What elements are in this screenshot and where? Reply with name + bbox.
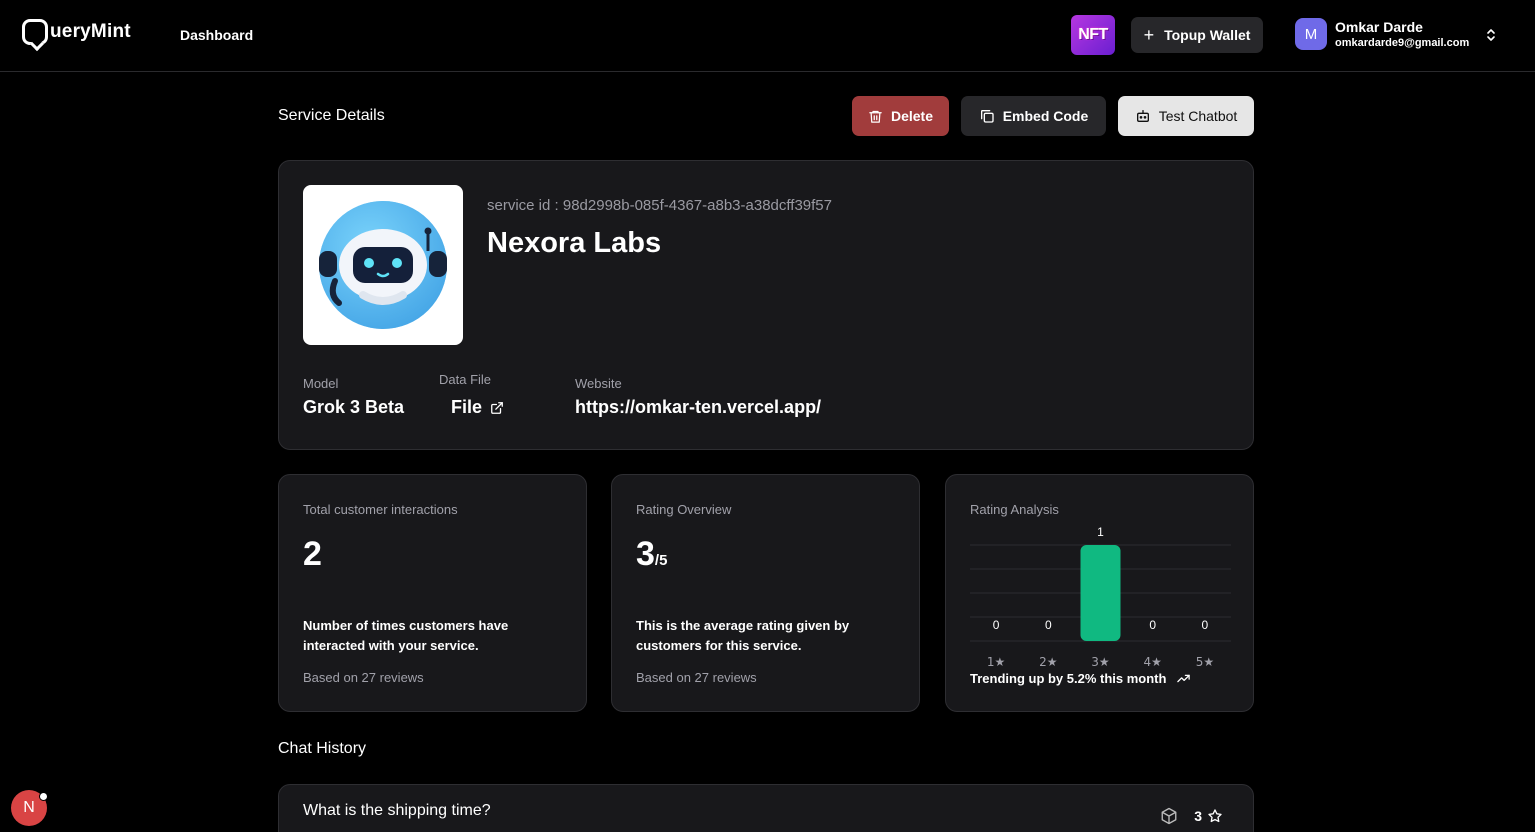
rating-value: 3/5	[636, 535, 667, 574]
trend-label: Trending up by 5.2% this month	[970, 671, 1167, 686]
rating-overview-card: Rating Overview 3/5 This is the average …	[611, 474, 920, 712]
rating-suffix: /5	[654, 552, 668, 569]
rating-description: This is the average rating given by cust…	[636, 618, 850, 653]
website-label: Website	[575, 376, 622, 391]
notification-dot	[39, 792, 48, 801]
chat-rating: 3	[1194, 808, 1202, 824]
top-navbar: ueryMint Dashboard NFT + Topup Wallet M …	[0, 0, 1535, 72]
service-card: service id : 98d2998b-085f-4367-a8b3-a38…	[278, 160, 1254, 450]
test-chatbot-label: Test Chatbot	[1158, 108, 1238, 124]
chat-meta: 3	[1160, 807, 1223, 825]
trash-icon	[868, 109, 883, 124]
chat-history-title: Chat History	[278, 740, 367, 757]
plus-icon: +	[1143, 24, 1155, 45]
rating-analysis-card: Rating Analysis 0 1★ 0 2★ 1 3★ 0 4★ 0 5★ Trending…	[945, 474, 1254, 712]
embed-code-label: Embed Code	[1002, 108, 1089, 124]
user-name: Omkar Darde	[1335, 18, 1423, 35]
trending-up-icon	[1176, 671, 1191, 686]
user-email: omkardarde9@gmail.com	[1335, 36, 1470, 49]
chart-tick-label: 4★	[1143, 655, 1161, 669]
querymint-logo-icon	[22, 19, 48, 45]
chart-data-label: 1	[1097, 525, 1104, 539]
rating-number: 3	[636, 535, 655, 573]
star-icon	[1207, 808, 1223, 824]
delete-button[interactable]: Delete	[852, 96, 949, 136]
user-menu[interactable]: M Omkar Darde omkardarde9@gmail.com	[1295, 18, 1469, 50]
service-name: Nexora Labs	[487, 227, 662, 259]
interactions-description: Number of times customers have interacte…	[303, 618, 509, 653]
chevron-up-down-icon[interactable]	[1486, 27, 1496, 44]
data-file-field: Data File File	[439, 372, 504, 418]
brand-name: ueryMint	[50, 21, 131, 42]
bot-icon	[1135, 108, 1151, 124]
delete-label: Delete	[890, 108, 934, 124]
copy-icon	[979, 108, 995, 124]
model-field: Model Grok 3 Beta	[303, 376, 404, 418]
chart-data-label: 0	[1045, 618, 1052, 632]
interactions-card: Total customer interactions 2 Number of …	[278, 474, 587, 712]
embed-code-button[interactable]: Embed Code	[961, 96, 1106, 136]
nav-dashboard-link[interactable]: Dashboard	[180, 27, 253, 43]
chart-tick-label: 2★	[1039, 655, 1057, 669]
external-link-icon	[490, 401, 504, 415]
chart-tick-label: 3★	[1091, 655, 1109, 669]
rating-footnote: Based on 27 reviews	[636, 670, 757, 685]
chart-tick-label: 5★	[1196, 655, 1214, 669]
chart-data-label: 0	[993, 618, 1000, 632]
data-file-label: Data File	[439, 372, 492, 387]
data-file-value: File	[451, 397, 483, 417]
website-link[interactable]: https://omkar-ten.vercel.app/	[575, 397, 821, 418]
interactions-footnote: Based on 27 reviews	[303, 670, 424, 685]
page-title: Service Details	[278, 107, 385, 124]
test-chatbot-button[interactable]: Test Chatbot	[1118, 96, 1254, 136]
brand-logo[interactable]: ueryMint	[22, 19, 131, 45]
rating-overview-title: Rating Overview	[636, 502, 732, 517]
chat-history-item[interactable]: What is the shipping time? 3	[278, 784, 1254, 832]
model-value: Grok 3 Beta	[303, 397, 405, 417]
chart-tick-label: 1★	[987, 655, 1005, 669]
model-label: Model	[303, 376, 339, 391]
chart-bar	[1080, 545, 1121, 641]
interactions-value: 2	[303, 535, 322, 573]
chat-question: What is the shipping time?	[303, 802, 491, 819]
box-icon	[1160, 807, 1178, 825]
nft-button[interactable]: NFT	[1071, 15, 1115, 55]
trend-text: Trending up by 5.2% this month	[970, 671, 1191, 686]
avatar: M	[1295, 18, 1327, 50]
chart-data-label: 0	[1202, 618, 1209, 632]
service-id: service id : 98d2998b-085f-4367-a8b3-a38…	[487, 197, 832, 214]
data-file-link[interactable]: File	[451, 397, 504, 418]
website-field: Website https://omkar-ten.vercel.app/	[575, 376, 821, 418]
topup-wallet-label: Topup Wallet	[1164, 27, 1251, 43]
service-avatar-image	[303, 185, 463, 345]
interactions-title: Total customer interactions	[303, 502, 458, 517]
topup-wallet-button[interactable]: + Topup Wallet	[1131, 17, 1263, 53]
chart-data-label: 0	[1149, 618, 1156, 632]
